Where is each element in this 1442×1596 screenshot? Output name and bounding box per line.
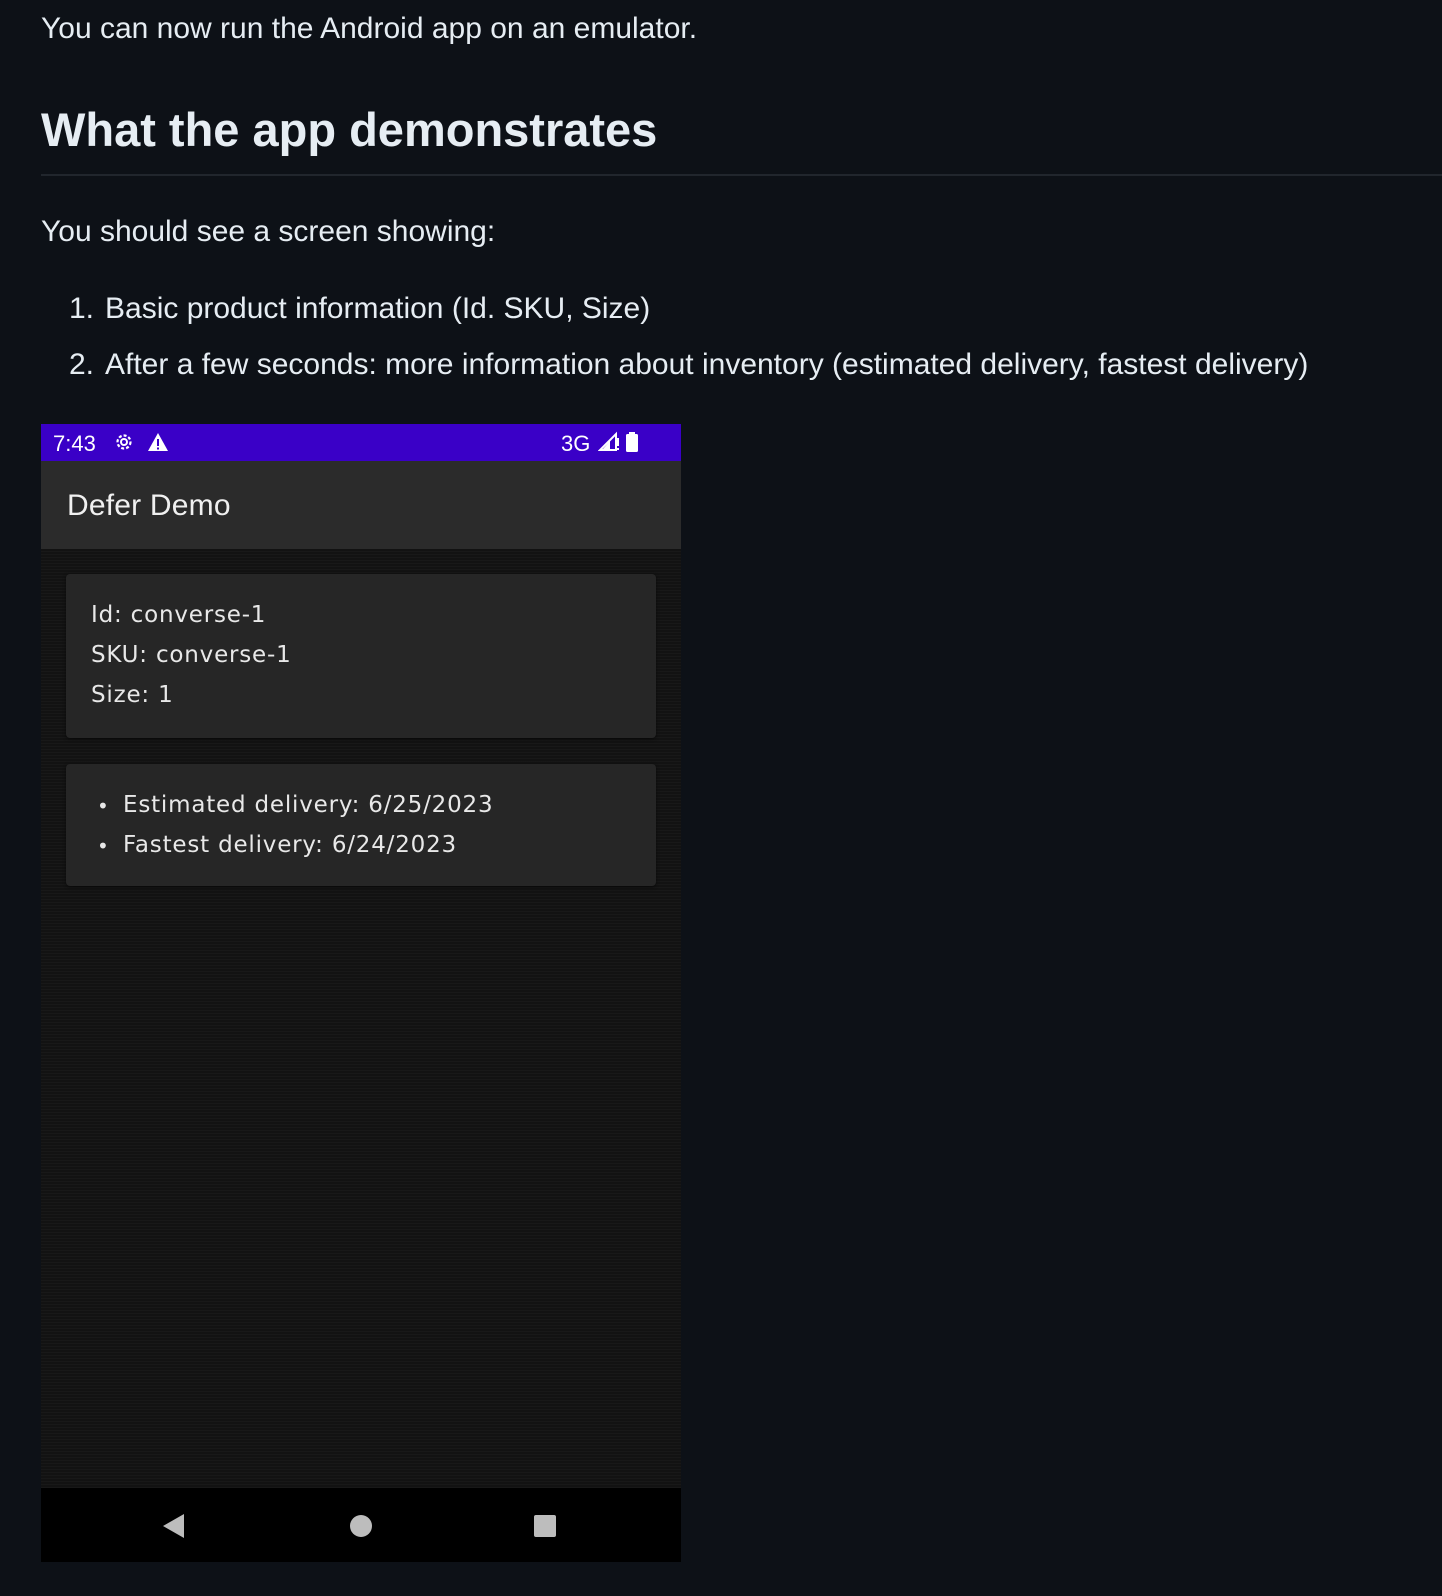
- product-sku: SKU: converse-1: [91, 642, 292, 668]
- steps-list: 1. Basic product information (Id. SKU, S…: [0, 290, 1308, 402]
- list-item-number: 2.: [69, 348, 95, 381]
- list-item: 1. Basic product information (Id. SKU, S…: [0, 290, 1308, 346]
- home-icon[interactable]: [350, 1515, 372, 1537]
- bullet-icon: •: [97, 794, 109, 818]
- list-item: 2. After a few seconds: more information…: [0, 346, 1308, 402]
- intro-text: You can now run the Android app on an em…: [41, 12, 698, 45]
- bullet-icon: •: [97, 834, 109, 858]
- emulator-screenshot: 7:43 3G Defer Demo Id: converse-1 SKU: c…: [41, 424, 681, 1562]
- status-time: 7:43: [53, 431, 96, 456]
- status-bar: 7:43 3G: [41, 424, 681, 461]
- list-item-text: Basic product information (Id. SKU, Size…: [105, 292, 651, 325]
- app-content: Id: converse-1 SKU: converse-1 Size: 1 •…: [41, 549, 681, 1488]
- back-icon[interactable]: [163, 1514, 184, 1538]
- fastest-delivery: Fastest delivery: 6/24/2023: [123, 832, 457, 858]
- list-item-number: 1.: [69, 292, 95, 325]
- app-bar: Defer Demo: [41, 461, 681, 549]
- product-size: Size: 1: [91, 682, 174, 708]
- list-item-text: After a few seconds: more information ab…: [105, 348, 1309, 381]
- battery-icon: [625, 431, 639, 457]
- section-heading: What the app demonstrates: [41, 103, 658, 156]
- product-info-card: Id: converse-1 SKU: converse-1 Size: 1: [66, 574, 656, 738]
- heading-divider: [41, 174, 1442, 176]
- inventory-card: • Estimated delivery: 6/25/2023 • Fastes…: [66, 764, 656, 886]
- settings-icon: [113, 431, 135, 457]
- app-title: Defer Demo: [67, 489, 231, 522]
- estimated-delivery: Estimated delivery: 6/25/2023: [123, 792, 494, 818]
- warning-icon: [147, 431, 169, 457]
- recents-icon[interactable]: [534, 1515, 556, 1537]
- product-id: Id: converse-1: [91, 602, 267, 628]
- signal-icon: [597, 431, 620, 457]
- navigation-bar: [41, 1488, 681, 1562]
- network-type: 3G: [561, 431, 591, 456]
- lead-text: You should see a screen showing:: [41, 215, 496, 248]
